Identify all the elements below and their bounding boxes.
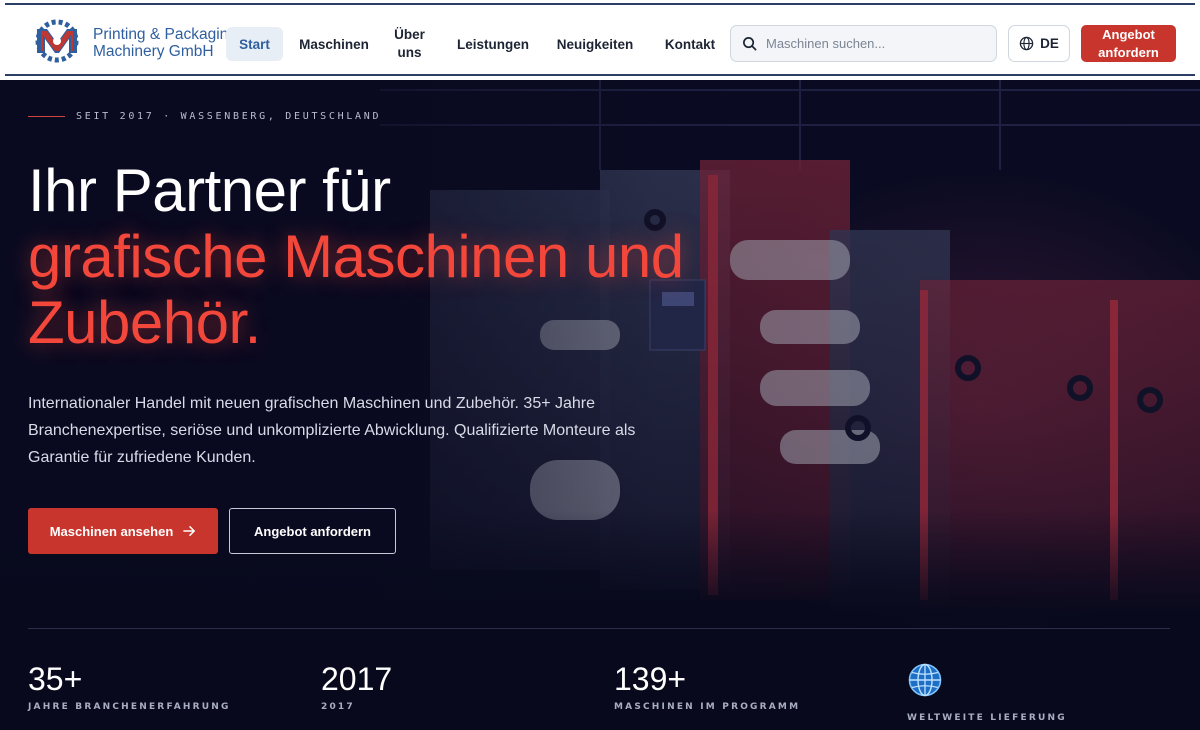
view-machines-button[interactable]: Maschinen ansehen bbox=[28, 508, 218, 554]
globe-icon bbox=[908, 663, 942, 697]
brand-name[interactable]: Printing & Packaging Machinery GmbH bbox=[93, 26, 237, 60]
hero-section: SEIT 2017 · WASSENBERG, DEUTSCHLAND Ihr … bbox=[0, 80, 1200, 730]
eyebrow-text: SEIT 2017 · WASSENBERG, DEUTSCHLAND bbox=[76, 111, 382, 122]
stat-value: 35+ bbox=[28, 661, 83, 697]
company-logo[interactable] bbox=[33, 15, 81, 67]
cta-line-2: anfordern bbox=[1098, 45, 1159, 60]
stat-label: MASCHINEN IM PROGRAMM bbox=[614, 702, 801, 712]
stat-experience: 35+ JAHRE BRANCHENERFAHRUNG bbox=[28, 660, 231, 712]
view-machines-label: Maschinen ansehen bbox=[49, 523, 174, 539]
stat-value: 2017 bbox=[321, 661, 393, 697]
header-frame: Printing & Packaging Machinery GmbH Star… bbox=[5, 3, 1195, 76]
hero-title-line-3: Zubehör. bbox=[28, 289, 261, 356]
cta-line-1: Angebot bbox=[1102, 27, 1155, 42]
stat-machines: 139+ MASCHINEN IM PROGRAMM bbox=[614, 660, 800, 712]
stat-worldwide: WELTWEITE LIEFERUNG bbox=[907, 662, 1067, 723]
stat-label: 2017 bbox=[321, 702, 355, 712]
globe-icon bbox=[1019, 36, 1034, 51]
hero-lead: Internationaler Handel mit neuen grafisc… bbox=[28, 395, 636, 466]
hero-eyebrow: SEIT 2017 · WASSENBERG, DEUTSCHLAND bbox=[28, 111, 381, 122]
arrow-right-icon bbox=[183, 526, 196, 536]
site-header: Printing & Packaging Machinery GmbH Star… bbox=[0, 0, 1200, 80]
hero-title-line-1: Ihr Partner für bbox=[28, 157, 391, 224]
stat-label: JAHRE BRANCHENERFAHRUNG bbox=[28, 702, 231, 712]
nav-ueber-line-1: Über bbox=[394, 27, 425, 42]
request-quote-hero-button[interactable]: Angebot anfordern bbox=[229, 508, 396, 554]
stat-label: WELTWEITE LIEFERUNG bbox=[907, 713, 1067, 723]
eyebrow-line bbox=[28, 116, 65, 117]
nav-ueber-uns[interactable]: Über uns bbox=[382, 20, 437, 68]
language-switcher[interactable]: DE bbox=[1008, 25, 1070, 62]
stat-value: 139+ bbox=[614, 661, 687, 697]
nav-ueber-line-2: uns bbox=[397, 45, 422, 60]
brand-line-1: Printing & Packaging bbox=[93, 26, 237, 43]
search-box[interactable] bbox=[730, 25, 997, 62]
hero-title: Ihr Partner für grafische Maschinen und … bbox=[28, 158, 684, 356]
nav-maschinen[interactable]: Maschinen bbox=[293, 27, 375, 61]
language-label: DE bbox=[1040, 36, 1059, 51]
stat-founded: 2017 2017 bbox=[321, 660, 392, 712]
nav-start[interactable]: Start bbox=[226, 27, 283, 61]
hero-title-line-2: grafische Maschinen und bbox=[28, 223, 684, 290]
stats-divider bbox=[28, 628, 1170, 629]
nav-neuigkeiten[interactable]: Neuigkeiten bbox=[549, 27, 641, 61]
nav-kontakt[interactable]: Kontakt bbox=[656, 27, 724, 61]
nav-leistungen[interactable]: Leistungen bbox=[452, 27, 534, 61]
search-icon bbox=[743, 37, 757, 51]
request-quote-button[interactable]: Angebot anfordern bbox=[1081, 25, 1176, 62]
search-input[interactable] bbox=[766, 36, 986, 51]
brand-line-2: Machinery GmbH bbox=[93, 43, 214, 60]
